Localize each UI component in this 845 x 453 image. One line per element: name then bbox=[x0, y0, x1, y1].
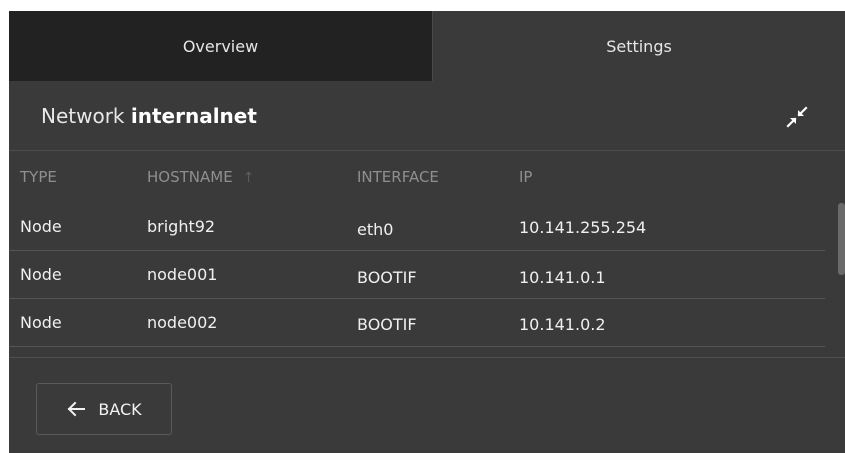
column-header-hostname[interactable]: HOSTNAME ↑ bbox=[147, 168, 254, 186]
table-scrollbar[interactable] bbox=[838, 203, 845, 275]
cell-ip: 10.141.0.1 bbox=[519, 268, 606, 287]
cell-type: Node bbox=[20, 265, 62, 284]
page-title: Network internalnet bbox=[41, 104, 257, 128]
cell-ip: 10.141.0.2 bbox=[519, 315, 606, 334]
cell-interface: BOOTIF bbox=[357, 315, 417, 334]
tab-settings-label: Settings bbox=[606, 36, 672, 56]
tab-overview[interactable]: Overview bbox=[9, 11, 432, 81]
tab-bar: Overview Settings bbox=[9, 11, 845, 81]
tab-settings[interactable]: Settings bbox=[432, 11, 845, 81]
column-header-type[interactable]: TYPE bbox=[20, 168, 57, 186]
column-header-hostname-label: HOSTNAME bbox=[147, 168, 233, 186]
cell-ip: 10.141.255.254 bbox=[519, 218, 647, 237]
collapse-arrows-icon bbox=[786, 106, 808, 128]
table-row[interactable]: Node node001 BOOTIF 10.141.0.1 bbox=[9, 251, 825, 299]
collapse-icon[interactable] bbox=[785, 105, 809, 129]
table-row[interactable]: Node bright92 eth0 10.141.255.254 bbox=[9, 203, 825, 251]
dialog-header: Network internalnet bbox=[9, 81, 845, 151]
cell-hostname: node001 bbox=[147, 265, 218, 284]
cell-type: Node bbox=[20, 313, 62, 332]
arrow-up-icon: ↑ bbox=[242, 170, 255, 186]
back-button-label: BACK bbox=[98, 399, 142, 419]
network-dialog: Overview Settings Network internalnet TY… bbox=[9, 11, 845, 453]
title-prefix: Network bbox=[41, 104, 125, 128]
table-header: TYPE HOSTNAME ↑ INTERFACE IP bbox=[9, 151, 825, 203]
hosts-table: TYPE HOSTNAME ↑ INTERFACE IP Node bright9… bbox=[9, 151, 845, 357]
column-header-ip[interactable]: IP bbox=[519, 168, 532, 186]
arrow-left-icon bbox=[66, 401, 86, 417]
cell-interface: eth0 bbox=[357, 220, 394, 239]
dialog-footer: BACK bbox=[9, 357, 845, 453]
back-button[interactable]: BACK bbox=[36, 383, 172, 435]
cell-interface: BOOTIF bbox=[357, 268, 417, 287]
tab-overview-label: Overview bbox=[182, 36, 259, 56]
table-row[interactable]: Node node002 BOOTIF 10.141.0.2 bbox=[9, 299, 825, 347]
cell-hostname: node002 bbox=[147, 313, 218, 332]
network-name: internalnet bbox=[130, 104, 257, 128]
cell-hostname: bright92 bbox=[147, 217, 216, 236]
cell-type: Node bbox=[20, 217, 62, 236]
column-header-interface[interactable]: INTERFACE bbox=[357, 168, 439, 186]
